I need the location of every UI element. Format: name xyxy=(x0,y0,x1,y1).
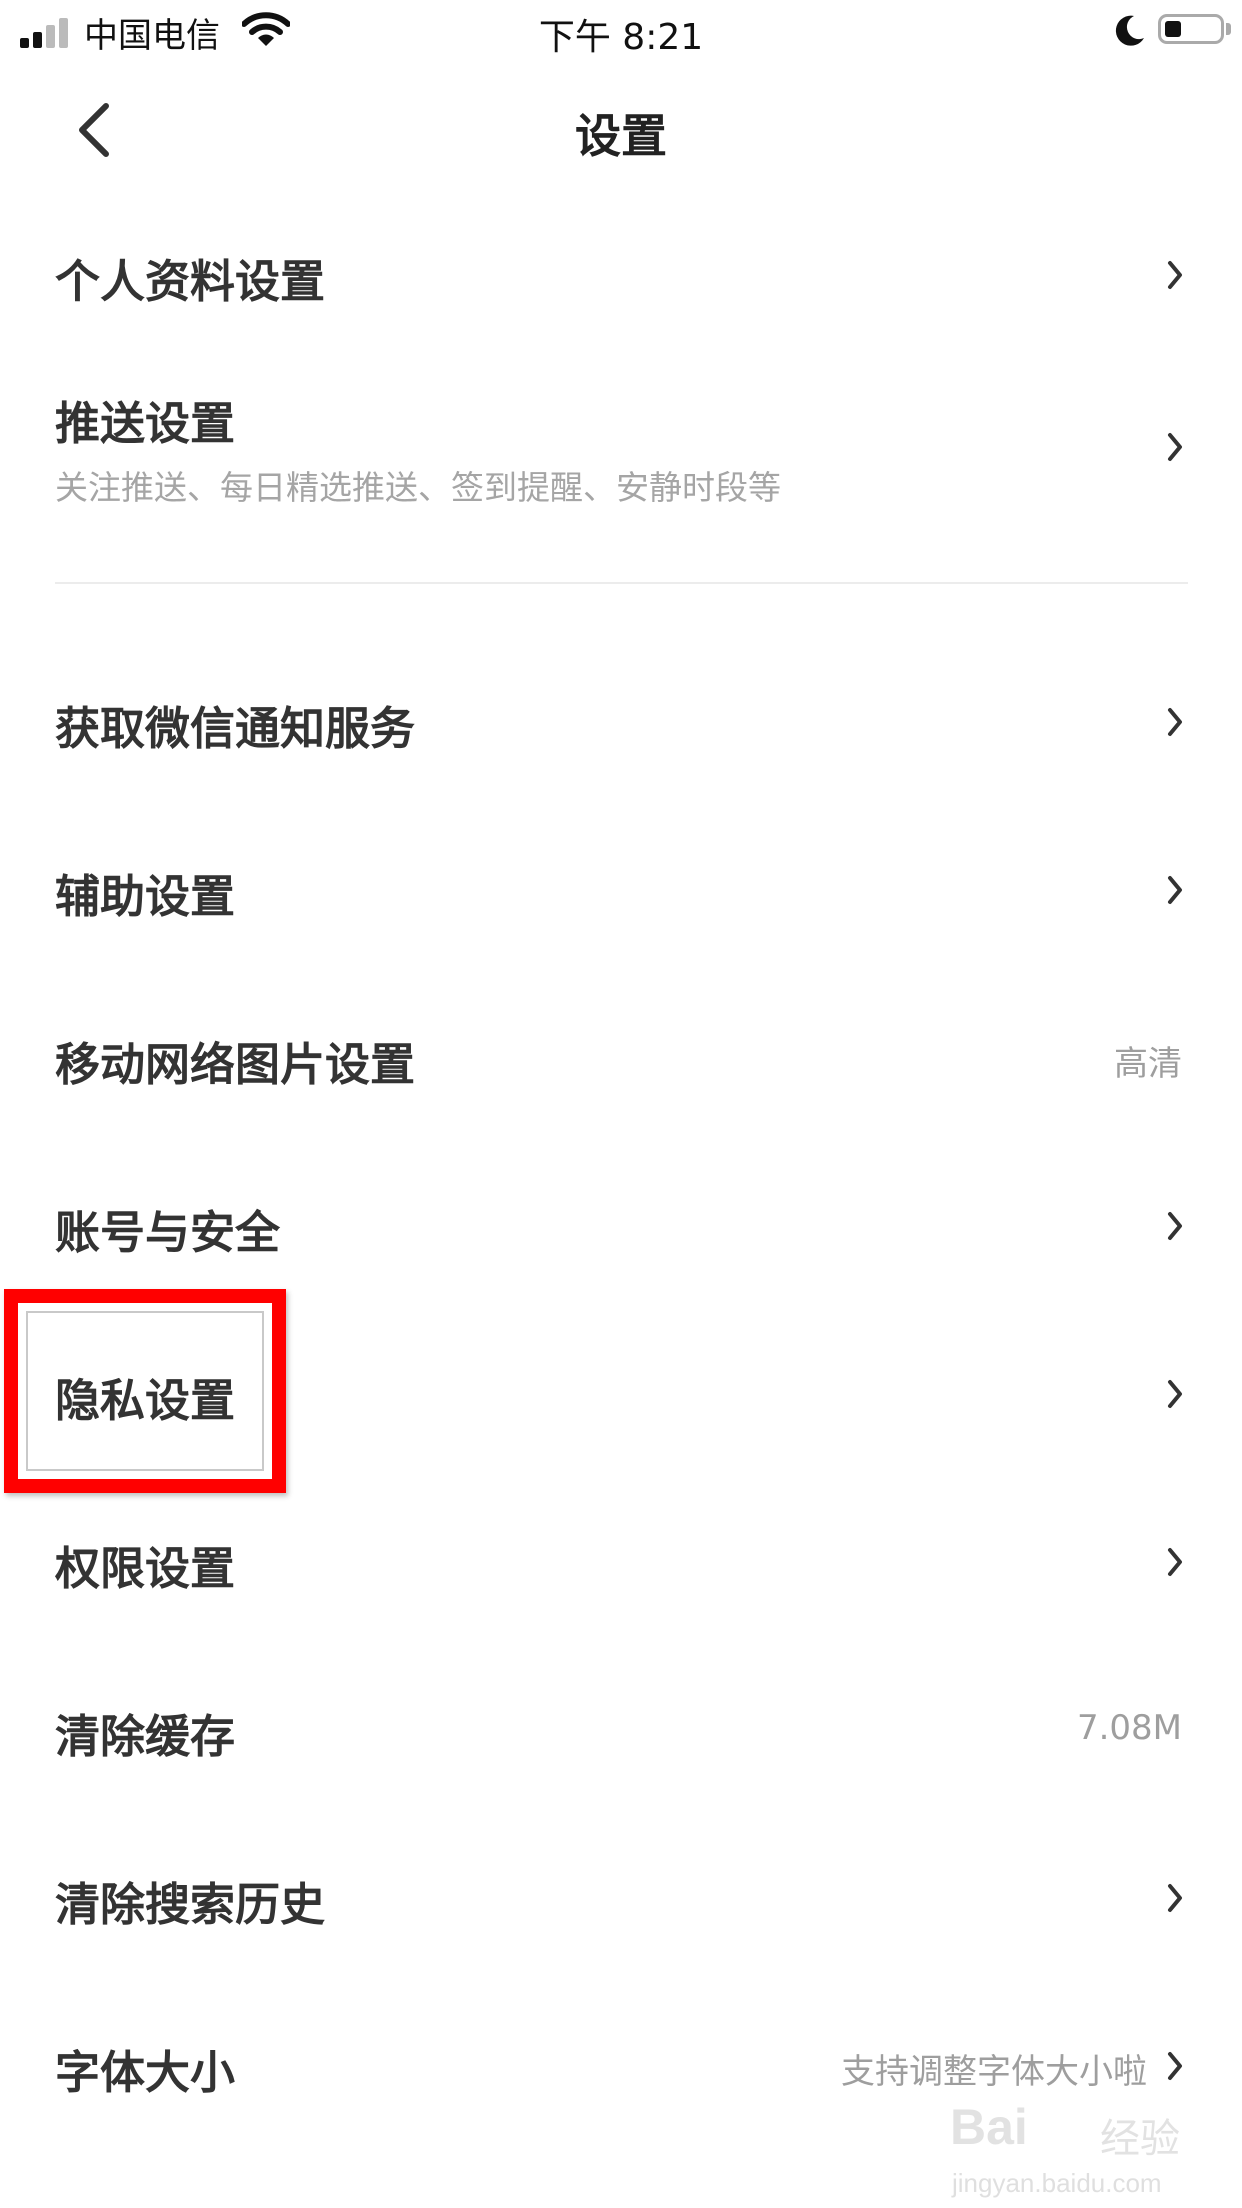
settings-item-profile[interactable]: 个人资料设置 xyxy=(0,215,1242,345)
status-bar: 中国电信 下午 8:21 xyxy=(0,0,1242,64)
watermark-url: jingyan.baidu.com xyxy=(952,2168,1162,2198)
watermark-logo-text: 经验 xyxy=(1100,2116,1180,2162)
nav-bar: 设置 xyxy=(0,64,1242,194)
chevron-right-icon xyxy=(1168,1380,1182,1408)
battery-cap xyxy=(1226,23,1231,35)
watermark-logo: Bai xyxy=(950,2099,1028,2155)
settings-item-label: 账号与安全 xyxy=(55,1206,281,1259)
chevron-right-icon xyxy=(1168,708,1182,736)
settings-item-label: 权限设置 xyxy=(55,1542,236,1595)
settings-item-label: 移动网络图片设置 xyxy=(55,1038,416,1091)
settings-item-description: 关注推送、每日精选推送、签到提醒、安静时段等 xyxy=(55,468,781,507)
settings-item-label: 清除缓存 xyxy=(55,1710,236,1763)
settings-item-clear-cache[interactable]: 清除缓存 7.08M xyxy=(0,1668,1242,1798)
settings-item-clear-search-history[interactable]: 清除搜索历史 xyxy=(0,1836,1242,1966)
chevron-right-icon xyxy=(1168,2052,1182,2080)
settings-item-accessibility[interactable]: 辅助设置 xyxy=(0,828,1242,958)
settings-item-value: 高清 xyxy=(1114,1044,1182,1084)
chevron-right-icon xyxy=(1168,261,1182,289)
highlight-annotation-box xyxy=(4,1289,286,1493)
settings-item-label: 辅助设置 xyxy=(55,870,236,923)
page-title: 设置 xyxy=(575,109,667,163)
battery-icon xyxy=(1158,14,1224,44)
chevron-right-icon xyxy=(1168,1884,1182,1912)
settings-item-label: 推送设置 xyxy=(55,397,236,450)
settings-item-value: 7.08M xyxy=(1076,1708,1182,1748)
chevron-right-icon xyxy=(1168,1548,1182,1576)
settings-item-permissions[interactable]: 权限设置 xyxy=(0,1500,1242,1630)
clock: 下午 8:21 xyxy=(538,17,704,58)
chevron-right-icon xyxy=(1168,876,1182,904)
baidu-jingyan-watermark: Bai 经验 jingyan.baidu.com xyxy=(950,2098,1190,2208)
settings-item-mobile-image[interactable]: 移动网络图片设置 高清 xyxy=(0,996,1242,1126)
settings-item-label: 获取微信通知服务 xyxy=(55,702,416,755)
chevron-right-icon xyxy=(1168,433,1182,461)
settings-item-value: 支持调整字体大小啦 xyxy=(841,2052,1147,2092)
settings-item-label: 清除搜索历史 xyxy=(55,1878,326,1931)
settings-item-wechat-notify[interactable]: 获取微信通知服务 xyxy=(0,660,1242,790)
settings-item-push[interactable]: 推送设置 关注推送、每日精选推送、签到提醒、安静时段等 xyxy=(0,360,1242,550)
section-divider xyxy=(55,582,1188,584)
settings-item-label: 个人资料设置 xyxy=(55,255,326,308)
chevron-right-icon xyxy=(1168,1212,1182,1240)
settings-item-label: 字体大小 xyxy=(55,2046,236,2099)
do-not-disturb-moon-icon xyxy=(1115,15,1144,46)
settings-item-account-security[interactable]: 账号与安全 xyxy=(0,1164,1242,1294)
